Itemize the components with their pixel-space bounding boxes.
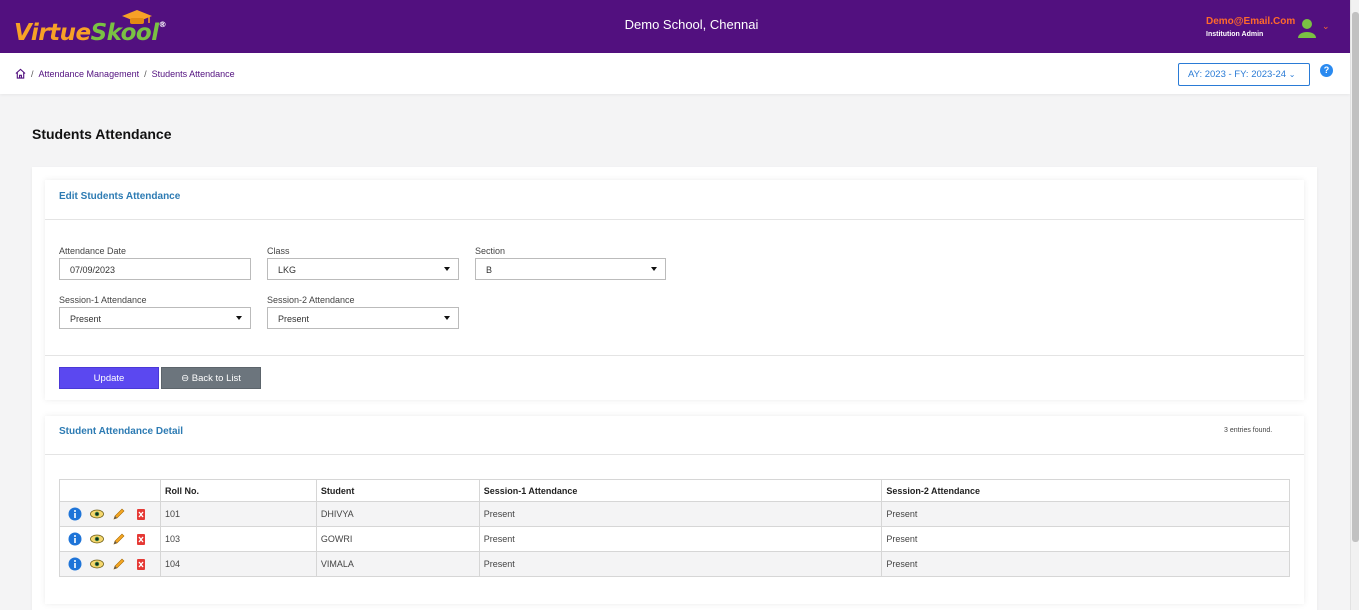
session2-cell: Present bbox=[881, 501, 1290, 527]
table-row: 103 GOWRI Present Present bbox=[59, 526, 1290, 552]
breadcrumb-students-attendance[interactable]: Students Attendance bbox=[152, 69, 235, 79]
session1-cell: Present bbox=[478, 551, 883, 577]
delete-icon[interactable] bbox=[134, 557, 148, 571]
column-header-session1[interactable]: Session-1 Attendance bbox=[478, 479, 883, 502]
table-row: 101 DHIVYA Present Present bbox=[59, 501, 1290, 527]
column-header-actions bbox=[59, 479, 161, 502]
divider bbox=[45, 454, 1304, 455]
edit-panel-title: Edit Students Attendance bbox=[59, 191, 181, 202]
breadcrumb-bar: / Attendance Management / Students Atten… bbox=[0, 53, 1350, 94]
roll-no-cell: 103 bbox=[159, 526, 317, 552]
row-actions-cell bbox=[59, 501, 161, 527]
column-header-roll-no[interactable]: Roll No. bbox=[159, 479, 317, 502]
school-name: Demo School, Chennai bbox=[624, 17, 759, 32]
roll-no-cell: 104 bbox=[159, 551, 317, 577]
view-eye-icon[interactable] bbox=[90, 557, 104, 571]
user-role: Institution Admin bbox=[1206, 31, 1264, 38]
user-avatar-icon[interactable] bbox=[1298, 18, 1316, 38]
table-header-row: Roll No. Student Session-1 Attendance Se… bbox=[59, 479, 1290, 502]
divider bbox=[45, 219, 1304, 220]
session2-select[interactable]: Present bbox=[267, 307, 459, 329]
session1-cell: Present bbox=[478, 526, 883, 552]
attendance-date-label: Attendance Date bbox=[59, 246, 127, 256]
attendance-date-field[interactable]: 07/09/2023 bbox=[59, 258, 251, 280]
info-icon[interactable] bbox=[68, 557, 82, 571]
session1-label: Session-1 Attendance bbox=[59, 295, 147, 305]
session1-cell: Present bbox=[478, 501, 883, 527]
academic-year-value: AY: 2023 - FY: 2023-24 bbox=[1188, 69, 1287, 80]
view-eye-icon[interactable] bbox=[90, 507, 104, 521]
breadcrumb-separator: / bbox=[144, 68, 147, 79]
row-actions-cell bbox=[59, 551, 161, 577]
class-select[interactable]: LKG bbox=[267, 258, 459, 280]
section-select[interactable]: B bbox=[475, 258, 666, 280]
info-icon[interactable] bbox=[68, 532, 82, 546]
vertical-scrollbar[interactable] bbox=[1350, 0, 1359, 610]
session1-select[interactable]: Present bbox=[59, 307, 251, 329]
edit-pencil-icon[interactable] bbox=[112, 557, 126, 571]
breadcrumb-separator: / bbox=[31, 68, 34, 79]
row-actions-cell bbox=[59, 526, 161, 552]
session2-cell: Present bbox=[881, 526, 1290, 552]
back-to-list-button[interactable]: ⊖ Back to List bbox=[161, 367, 261, 389]
session1-value: Present bbox=[70, 314, 102, 324]
session2-cell: Present bbox=[881, 551, 1290, 577]
page-title: Students Attendance bbox=[32, 126, 172, 142]
detail-panel-title: Student Attendance Detail bbox=[59, 426, 184, 437]
top-navbar: VirtueSkool® Demo School, Chennai Demo@E… bbox=[0, 0, 1350, 53]
table-row: 104 VIMALA Present Present bbox=[59, 551, 1290, 577]
edit-pencil-icon[interactable] bbox=[112, 507, 126, 521]
attendance-date-value: 07/09/2023 bbox=[70, 265, 116, 275]
back-to-list-label: Back to List bbox=[191, 373, 241, 384]
section-label: Section bbox=[475, 246, 506, 256]
update-button[interactable]: Update bbox=[59, 367, 159, 389]
breadcrumb: / Attendance Management / Students Atten… bbox=[15, 68, 235, 79]
delete-icon[interactable] bbox=[134, 507, 148, 521]
info-icon[interactable] bbox=[68, 507, 82, 521]
edit-pencil-icon[interactable] bbox=[112, 532, 126, 546]
column-header-student[interactable]: Student bbox=[315, 479, 480, 502]
section-value: B bbox=[486, 265, 493, 275]
student-cell: VIMALA bbox=[315, 551, 480, 577]
student-cell: GOWRI bbox=[315, 526, 480, 552]
divider bbox=[45, 355, 1304, 356]
roll-no-cell: 101 bbox=[159, 501, 317, 527]
class-label: Class bbox=[267, 246, 290, 256]
class-value: LKG bbox=[278, 265, 297, 275]
student-cell: DHIVYA bbox=[315, 501, 480, 527]
session2-label: Session-2 Attendance bbox=[267, 295, 355, 305]
session2-value: Present bbox=[278, 314, 310, 324]
chevron-down-icon: ⌄ bbox=[1288, 70, 1296, 79]
user-email[interactable]: Demo@Email.Com bbox=[1206, 16, 1295, 27]
breadcrumb-attendance-management[interactable]: Attendance Management bbox=[39, 69, 140, 79]
dropdown-caret-icon bbox=[444, 316, 450, 320]
attendance-table: Roll No. Student Session-1 Attendance Se… bbox=[59, 479, 1290, 577]
home-icon[interactable] bbox=[15, 68, 26, 79]
academic-year-select[interactable]: AY: 2023 - FY: 2023-24 ⌄ bbox=[1178, 63, 1310, 86]
chevron-down-icon[interactable]: ⌄ bbox=[1322, 21, 1330, 32]
dropdown-caret-icon bbox=[444, 267, 450, 271]
scrollbar-thumb[interactable] bbox=[1352, 12, 1359, 542]
entries-count: 3 entries found. bbox=[1224, 427, 1273, 434]
dropdown-caret-icon bbox=[236, 316, 242, 320]
dropdown-caret-icon bbox=[651, 267, 657, 271]
arrow-left-circle-icon: ⊖ bbox=[181, 373, 190, 384]
view-eye-icon[interactable] bbox=[90, 532, 104, 546]
help-icon[interactable]: ? bbox=[1320, 64, 1333, 77]
delete-icon[interactable] bbox=[134, 532, 148, 546]
column-header-session2[interactable]: Session-2 Attendance bbox=[881, 479, 1290, 502]
